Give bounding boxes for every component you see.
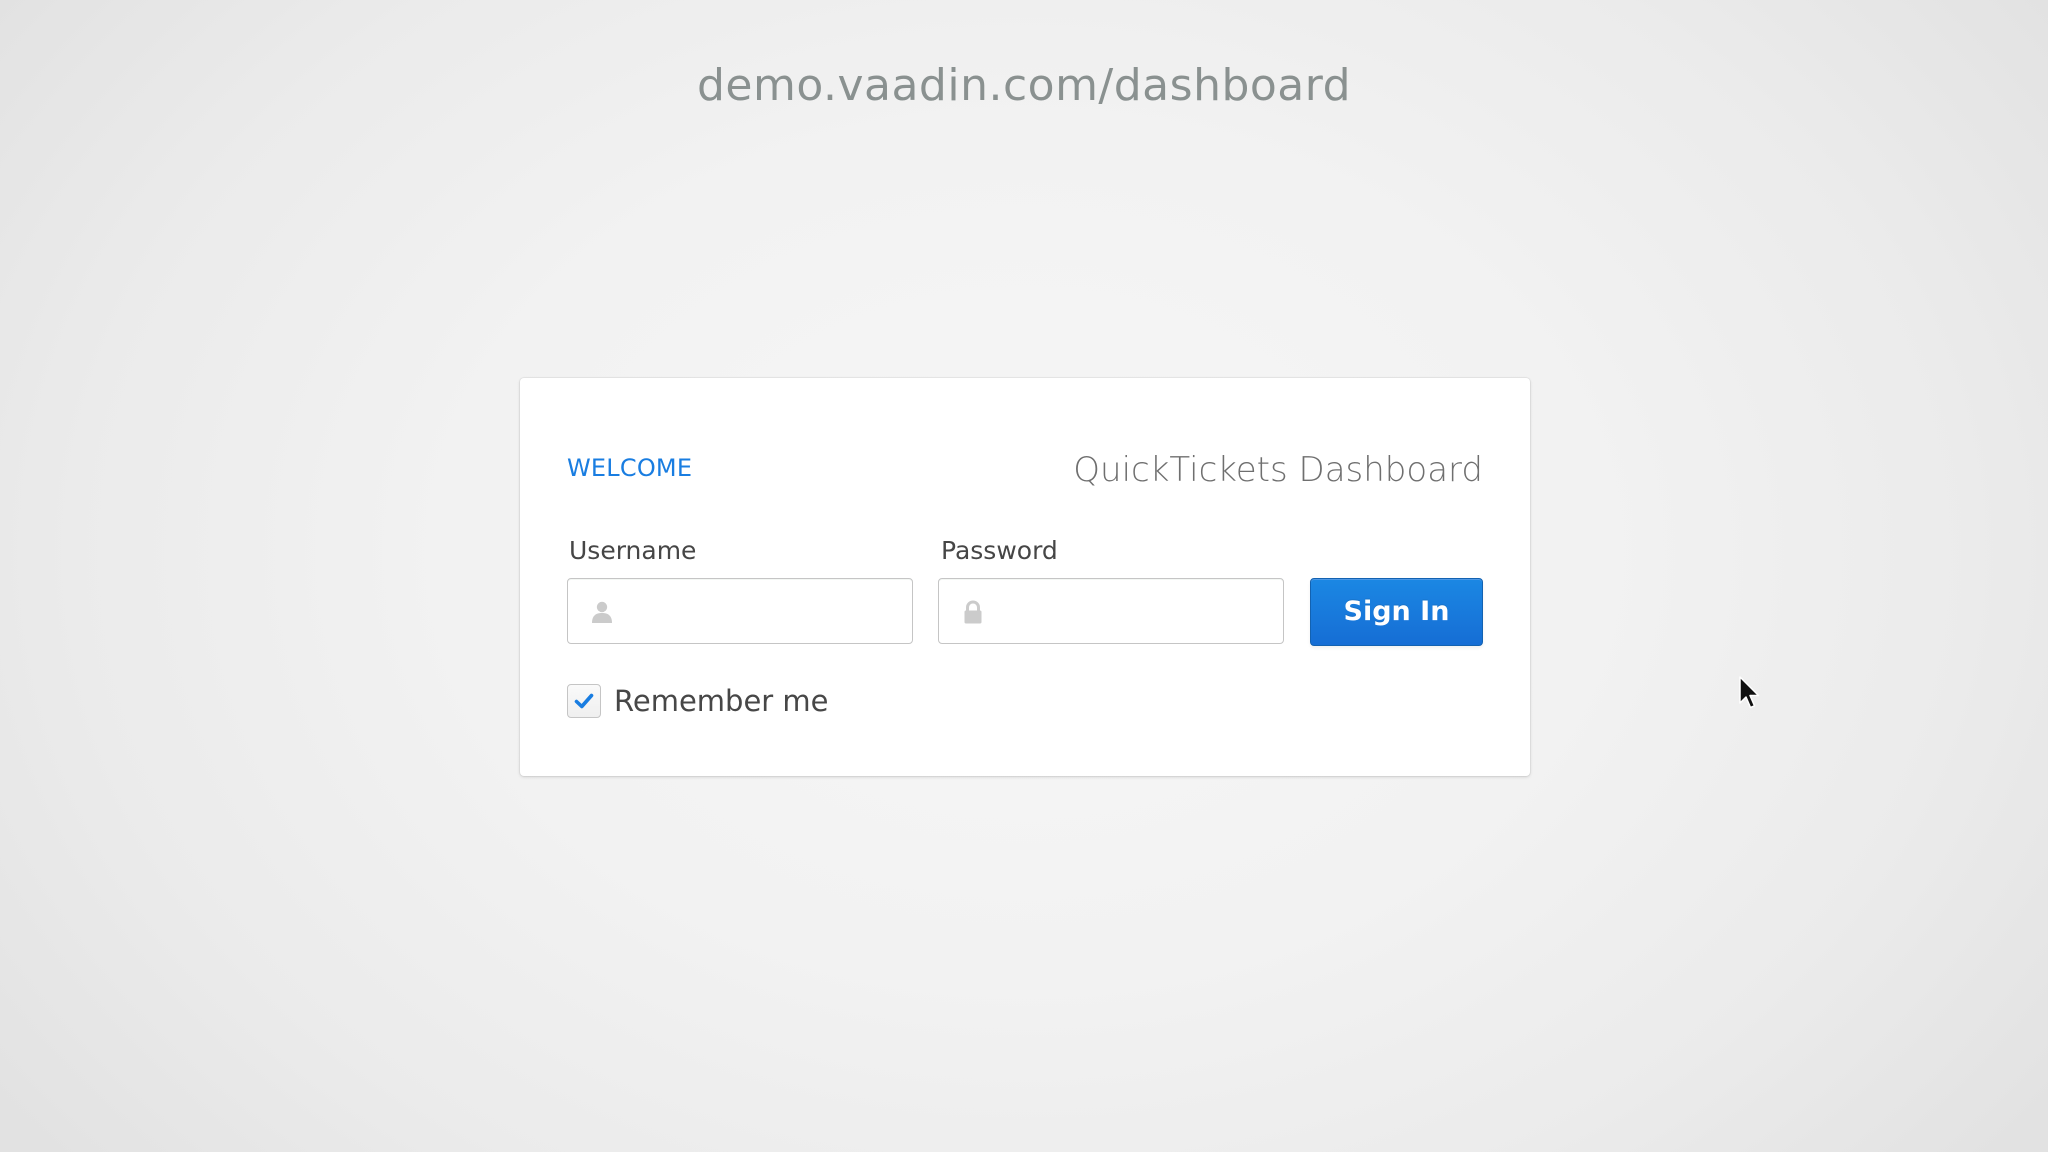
- password-input[interactable]: [991, 579, 1275, 645]
- password-field[interactable]: [938, 578, 1284, 645]
- remember-me-label: Remember me: [614, 684, 829, 718]
- lock-icon: [961, 600, 985, 624]
- password-label: Password: [941, 536, 1058, 565]
- username-field[interactable]: [567, 578, 913, 645]
- remember-me-checkbox-row[interactable]: Remember me: [567, 683, 829, 719]
- mouse-pointer-icon: [1739, 676, 1760, 709]
- sign-in-button[interactable]: Sign In: [1310, 578, 1483, 646]
- remember-me-checkbox[interactable]: [567, 684, 601, 718]
- app-title: QuickTickets Dashboard: [1073, 450, 1483, 490]
- welcome-label: WELCOME: [567, 454, 693, 482]
- url-caption: demo.vaadin.com/dashboard: [696, 60, 1352, 111]
- login-panel: WELCOME QuickTickets Dashboard Username …: [520, 378, 1530, 776]
- username-label: Username: [569, 536, 697, 565]
- user-icon: [590, 600, 614, 624]
- username-input[interactable]: [620, 579, 904, 645]
- checkmark-icon: [574, 693, 594, 709]
